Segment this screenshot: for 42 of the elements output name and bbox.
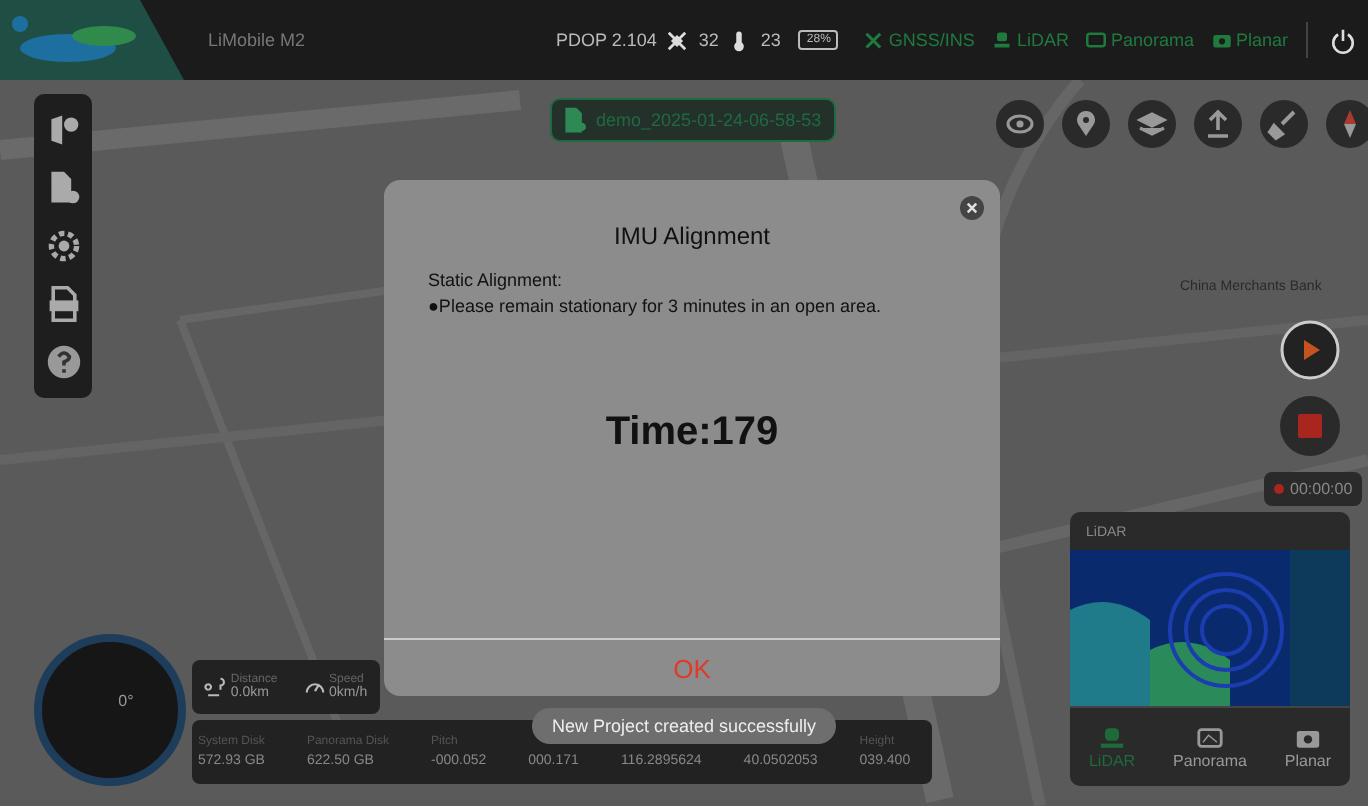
toast-message: New Project created successfully [532,708,837,744]
satellite-icon [666,29,689,51]
project-chip[interactable]: demo_2025-01-24-06-58-53 [550,98,836,142]
satellite-icon [864,30,885,50]
satellite-count: 32 [698,30,719,50]
record-timer: 00:00:00 [1264,472,1363,506]
scanner-icon [992,30,1013,50]
instruction-text: ●Please remain stationary for 3 minutes in an open area. [428,296,884,316]
eye-scan-icon[interactable] [996,100,1044,148]
dialog-title: IMU Alignment [611,222,773,250]
location-pin-icon[interactable] [1062,100,1110,148]
view-tab[interactable]: Panorama [1173,725,1247,769]
module-status: Panorama [1086,30,1194,50]
section-label: Static Alignment: [428,270,565,290]
file-gear-icon[interactable] [45,170,81,207]
countdown-timer: Time:179 [603,410,781,456]
view-tab[interactable]: Planar [1284,725,1332,769]
module-status: LiDAR [992,30,1069,50]
close-icon[interactable] [960,196,984,220]
file-gear-icon [564,106,586,134]
brush-icon[interactable] [1260,100,1308,148]
help-icon[interactable] [45,343,81,380]
log-file-icon[interactable] [45,285,81,322]
module-status: GNSS/INS [864,30,975,50]
compass-needle-icon[interactable] [1326,100,1368,148]
ok-button[interactable]: OK [384,638,1000,696]
app-name: LiMobile M2 [208,30,306,50]
power-icon[interactable] [1330,27,1356,53]
temperature-value: 23 [760,30,781,50]
settings-icon[interactable] [45,227,81,264]
module-status: Planar [1211,30,1288,50]
view-tab[interactable]: LiDAR [1088,725,1136,769]
image-frame-icon [1195,725,1224,749]
logo-icon [0,0,184,80]
image-frame-icon [1086,30,1107,50]
upload-icon[interactable] [1194,100,1242,148]
scanner-icon [1098,725,1127,749]
camera-icon [1293,725,1322,749]
camera-icon [1211,30,1232,50]
pdop-value: PDOP 2.104 [556,30,657,50]
layers-icon[interactable] [1128,100,1176,148]
play-button[interactable] [1280,320,1340,380]
